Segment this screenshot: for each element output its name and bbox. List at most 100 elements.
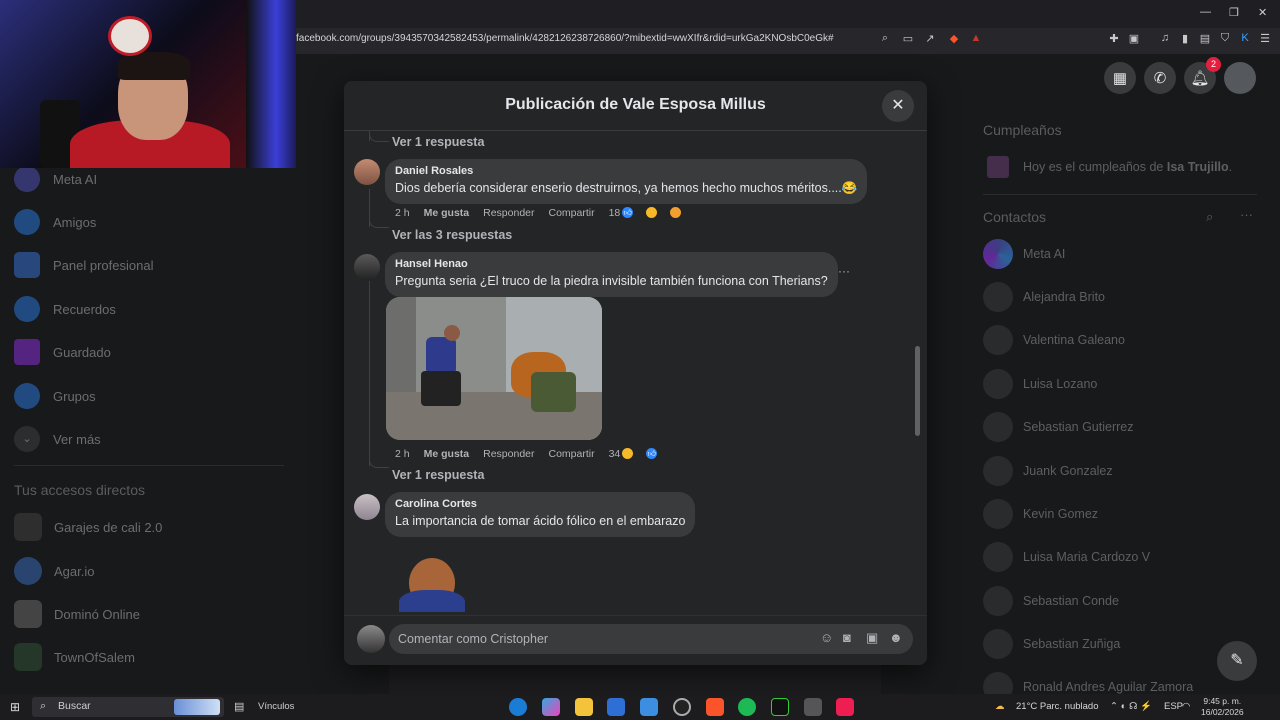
task-view-icon[interactable]: ▤ [234, 700, 244, 713]
reactions-summary[interactable]: 18 👍︎ [609, 206, 697, 219]
webcam-overlay [0, 0, 296, 168]
file-explorer-icon[interactable] [575, 698, 593, 716]
comment-time[interactable]: 2 h [395, 448, 410, 460]
birthday-text[interactable]: Hoy es el cumpleaños de Isa Trujillo. [1023, 160, 1232, 174]
extensions-icon[interactable]: ✚ [1106, 32, 1122, 45]
new-message-button[interactable]: ✎ [1217, 641, 1257, 681]
shortcut-agario[interactable]: Agar.io [14, 556, 94, 586]
contact-item[interactable]: Sebastian Conde [983, 586, 1119, 616]
see-replies-link[interactable]: Ver 1 respuesta [392, 468, 484, 482]
scrollbar[interactable] [915, 346, 920, 436]
contact-item[interactable]: Sebastian Zuñiga [983, 629, 1120, 659]
store-icon[interactable] [607, 698, 625, 716]
avatar [983, 282, 1013, 312]
search-icon[interactable]: ⌕ [1206, 209, 1213, 225]
shortcut-garajes[interactable]: Garajes de cali 2.0 [14, 512, 162, 542]
avatar[interactable] [354, 159, 380, 185]
avatar[interactable] [354, 254, 380, 280]
extension-k-icon[interactable]: K [1237, 32, 1253, 44]
comment-author[interactable]: Hansel Henao [395, 258, 828, 270]
network-icon[interactable]: ◠ [1182, 701, 1190, 712]
minimize-icon[interactable]: — [1200, 6, 1211, 18]
spotify-icon[interactable] [738, 698, 756, 716]
emoji-icon[interactable]: ☺ [820, 630, 833, 645]
zoom-icon[interactable]: ⌕ [877, 32, 893, 45]
brave-rewards-icon[interactable]: ▲ [968, 32, 984, 44]
taskbar-search[interactable]: ⌕ Buscar [32, 697, 224, 717]
more-options-icon[interactable]: ··· [838, 264, 850, 278]
terminal-icon[interactable] [771, 698, 789, 716]
contact-item[interactable]: Meta AI [983, 239, 1065, 269]
settings-icon[interactable] [804, 698, 822, 716]
profile-avatar[interactable] [1224, 62, 1256, 94]
see-replies-link[interactable]: Ver las 3 respuestas [392, 228, 512, 242]
contact-item[interactable]: Luisa Maria Cardozo V [983, 542, 1150, 572]
sidebar-item-meta-ai[interactable]: Meta AI [14, 164, 97, 194]
vpn-icon[interactable]: ⛉ [1217, 32, 1233, 45]
close-window-icon[interactable]: ✕ [1258, 6, 1267, 19]
cast-icon[interactable]: ▭ [900, 32, 916, 45]
wallet-icon[interactable]: ▤ [1197, 32, 1213, 45]
sidebar-item-saved[interactable]: Guardado [14, 337, 111, 367]
obs-icon[interactable] [673, 698, 691, 716]
close-button[interactable]: ✕ [882, 90, 914, 122]
capture-icon[interactable]: ▣ [1126, 32, 1142, 45]
copilot-icon[interactable] [542, 698, 560, 716]
share-button[interactable]: Compartir [549, 207, 595, 219]
contact-item[interactable]: Juank Gonzalez [983, 456, 1113, 486]
sidebar-item-friends[interactable]: Amigos [14, 207, 96, 237]
see-replies-link[interactable]: Ver 1 respuesta [392, 135, 484, 149]
menu-icon[interactable]: ☰ [1257, 32, 1273, 45]
tiktok-icon[interactable] [836, 698, 854, 716]
avatar [983, 369, 1013, 399]
tray-icons[interactable]: ⌃ ◐ ☊ ⚡ [1110, 701, 1152, 712]
more-options-icon[interactable]: ··· [1240, 207, 1253, 222]
contact-item[interactable]: Valentina Galeano [983, 325, 1125, 355]
comment-author[interactable]: Daniel Rosales [395, 165, 857, 177]
address-bar[interactable]: facebook.com/groups/3943570342582453/per… [296, 33, 834, 44]
music-icon[interactable]: ♫ [1157, 32, 1173, 44]
comment-author[interactable]: Carolina Cortes [395, 498, 685, 510]
sidebar-toggle-icon[interactable]: ▮ [1177, 32, 1193, 45]
brave-icon[interactable] [706, 698, 724, 716]
reactions-summary[interactable]: 34 👍︎ [609, 447, 673, 460]
contact-item[interactable]: Kevin Gomez [983, 499, 1098, 529]
comment-image[interactable] [386, 297, 602, 440]
brave-shield-icon[interactable]: ◆ [946, 32, 962, 45]
contact-item[interactable]: Sebastian Gutierrez [983, 412, 1133, 442]
sidebar-item-memories[interactable]: Recuerdos [14, 294, 116, 324]
contact-item[interactable]: Alejandra Brito [983, 282, 1105, 312]
sidebar-item-groups[interactable]: Grupos [14, 381, 96, 411]
avatar[interactable] [354, 494, 380, 520]
sticker-icon[interactable]: ☻ [889, 630, 903, 645]
menu-grid-icon[interactable]: ▦ [1104, 62, 1136, 94]
camera-icon[interactable]: ◙ [843, 630, 851, 645]
mail-icon[interactable] [640, 698, 658, 716]
share-button[interactable]: Compartir [549, 448, 595, 460]
reply-button[interactable]: Responder [483, 207, 534, 219]
sad-reaction-icon [669, 206, 683, 219]
like-button[interactable]: Me gusta [424, 448, 470, 460]
weather-text[interactable]: 21°C Parc. nublado [1016, 701, 1099, 712]
reply-button[interactable]: Responder [483, 448, 534, 460]
sidebar-item-see-more[interactable]: ⌄ Ver más [14, 424, 101, 454]
thread-connector [369, 132, 389, 142]
avatar[interactable] [357, 625, 385, 653]
shortcut-townofsalem[interactable]: TownOfSalem [14, 642, 135, 672]
comment-input[interactable]: Comentar como Cristopher ☺ ◙ ▣ ☻ [389, 624, 913, 654]
shortcut-domino[interactable]: Dominó Online [14, 599, 140, 629]
comment-image[interactable] [399, 556, 465, 612]
share-icon[interactable]: ↗ [922, 32, 938, 45]
clock[interactable]: 9:45 p. m. 16/02/2026 [1201, 696, 1244, 718]
windows-start-icon[interactable]: ⊞ [10, 700, 20, 714]
contact-item[interactable]: Luisa Lozano [983, 369, 1097, 399]
language-indicator[interactable]: ESP [1164, 701, 1183, 712]
messenger-icon[interactable]: ✆ [1144, 62, 1176, 94]
sidebar-item-dashboard[interactable]: Panel profesional [14, 250, 153, 280]
comment-time[interactable]: 2 h [395, 207, 410, 219]
gif-icon[interactable]: ▣ [866, 630, 878, 646]
edge-icon[interactable] [509, 698, 527, 716]
links-toolbar[interactable]: Vínculos [258, 701, 294, 712]
maximize-icon[interactable]: ❐ [1229, 6, 1239, 19]
like-button[interactable]: Me gusta [424, 207, 470, 219]
